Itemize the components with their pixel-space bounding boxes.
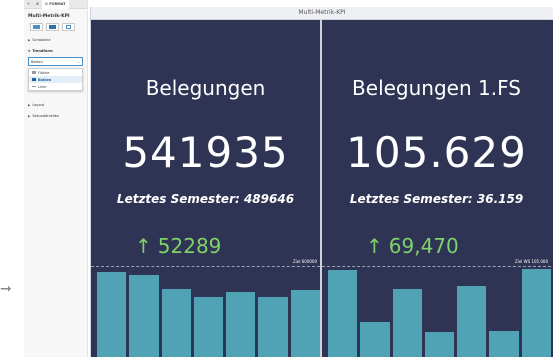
dashboard-title: Multi-Metrik-KPI [91, 7, 553, 20]
section-label: Sekundärzeilen [32, 114, 60, 118]
trend-bar [226, 292, 256, 357]
tab-format[interactable]: ⚙ FORMAT [41, 0, 69, 9]
panel-tabs: ✎ ⊞ ⚙ FORMAT [24, 0, 87, 9]
section-label: Layout [32, 103, 45, 107]
chevron-right-icon: ▶ [28, 38, 31, 42]
arrow-right-icon: ➞ [0, 281, 12, 297]
section-layout[interactable]: ▶ Layout [24, 91, 87, 109]
trend-bar [161, 289, 191, 357]
section-sekundaerzeilen[interactable]: ▶ Sekundärzeilen [24, 109, 87, 120]
chevron-right-icon: ▶ [28, 114, 31, 118]
trendform-select[interactable]: Balken ⌄ [28, 57, 83, 66]
chevron-down-icon: ▼ [28, 49, 31, 53]
dropdown-option-balken[interactable]: Balken [29, 76, 82, 83]
stage: ➞ ✎ ⊞ ⚙ FORMAT Multi-Metrik-KPI ▶ Schabl… [0, 0, 553, 357]
option-label: Balken [38, 77, 52, 82]
trend-bar [193, 297, 224, 357]
select-value: Balken [31, 59, 43, 64]
table-visual-icon[interactable] [62, 23, 75, 31]
kpi-value: 541935 [122, 128, 289, 177]
trend-bar [290, 290, 320, 357]
tab-fields[interactable]: ⊞ [33, 0, 42, 9]
kpi-title: Belegungen 1.FS [352, 76, 521, 100]
trend-bar [129, 274, 159, 357]
target-line [322, 266, 551, 267]
chevron-right-icon: ▶ [28, 103, 31, 107]
bar-chart-icon [32, 78, 36, 81]
trendform-dropdown: Fläche Balken Linie [28, 68, 83, 91]
format-panel: ✎ ⊞ ⚙ FORMAT Multi-Metrik-KPI ▶ Schablon… [24, 0, 88, 357]
trend-chart: Ziel 600000 [91, 254, 320, 357]
kpi-value: 105.629 [346, 128, 527, 177]
trend-bar [424, 332, 455, 357]
option-label: Fläche [38, 70, 50, 75]
chevron-down-icon: ⌄ [77, 59, 80, 64]
section-trendform[interactable]: ▼ Trendform [24, 44, 87, 55]
trend-bar [360, 321, 390, 357]
target-label: Ziel WS 105.000 [514, 259, 548, 264]
kpi-previous: Letztes Semester: 489646 [116, 192, 295, 206]
kpi-card-belegungen-1fs[interactable]: Belegungen 1.FS 105.629 Letztes Semester… [322, 20, 551, 357]
trend-bar [489, 331, 519, 357]
kpi-dashboard: Multi-Metrik-KPI Belegungen 541935 Letzt… [90, 7, 553, 357]
bar-visual-icon[interactable] [46, 23, 59, 31]
dropdown-option-flaeche[interactable]: Fläche [29, 69, 82, 76]
line-chart-icon [32, 86, 36, 87]
trend-chart: Ziel WS 105.000 [322, 254, 551, 357]
target-label: Ziel 600000 [293, 259, 317, 264]
section-label: Schablone [32, 38, 51, 42]
trend-bar [457, 285, 487, 357]
kpi-title: Belegungen [145, 76, 266, 100]
kpi-visual-icon[interactable] [30, 23, 43, 31]
dropdown-option-linie[interactable]: Linie [29, 83, 82, 90]
tab-edit[interactable]: ✎ [24, 0, 33, 9]
trend-bar [328, 270, 358, 357]
panel-title: Multi-Metrik-KPI [28, 14, 70, 19]
section-label: Trendform [32, 49, 53, 53]
target-line [91, 266, 320, 267]
trend-bar [392, 289, 422, 357]
trend-bar [521, 269, 551, 357]
kpi-previous: Letztes Semester: 36.159 [349, 192, 524, 206]
trend-bar [258, 297, 288, 357]
area-chart-icon [32, 71, 36, 74]
trend-bar [97, 271, 127, 357]
kpi-card-belegungen[interactable]: Belegungen 541935 Letztes Semester: 4896… [91, 20, 320, 357]
option-label: Linie [38, 84, 47, 89]
section-schablone[interactable]: ▶ Schablone [24, 33, 87, 44]
visual-icon-row [24, 21, 87, 33]
